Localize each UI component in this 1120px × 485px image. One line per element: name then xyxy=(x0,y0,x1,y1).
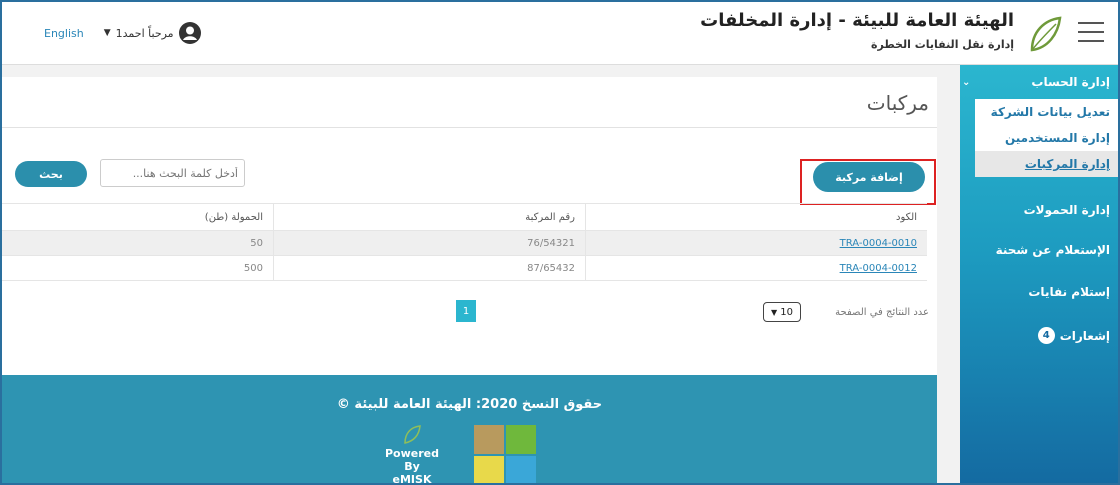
sidebar-item-notifications[interactable]: إشعارات 4 xyxy=(1037,327,1110,344)
notifications-badge: 4 xyxy=(1037,327,1055,344)
vehicle-code-link[interactable]: TRA-0004-0012 xyxy=(840,263,917,274)
highlight-box xyxy=(800,159,936,205)
per-page-label: عدد النتائج في الصفحة xyxy=(835,307,929,318)
vehicle-code-link[interactable]: TRA-0004-0010 xyxy=(840,238,917,249)
sidebar-item-vehicles[interactable]: إدارة المركبات xyxy=(975,151,1118,177)
table-cell-load: 500 xyxy=(2,255,274,281)
org-subtitle: إدارة نقل النفايات الخطرة xyxy=(871,38,1014,51)
footer: حقوق النسخ 2020: الهيئة العامة للبيئة © … xyxy=(2,375,937,485)
sidebar-section-account[interactable]: إدارة الحساب ⌄ xyxy=(962,71,1110,93)
org-title: الهيئة العامة للبيئة - إدارة المخلفات xyxy=(700,10,1014,31)
column-header-load[interactable]: الحمولة (طن) xyxy=(2,203,274,231)
pagination-page-button[interactable]: 1 xyxy=(456,300,476,322)
page-title: مركبات xyxy=(866,91,929,115)
search-input[interactable] xyxy=(100,159,245,187)
table-cell-load: 50 xyxy=(2,230,274,256)
logo-tile-emblem xyxy=(474,425,504,454)
divider xyxy=(2,127,937,128)
user-avatar-icon xyxy=(178,22,201,44)
sidebar-item-shipment-inquiry[interactable]: الإستعلام عن شحنة xyxy=(996,243,1110,257)
leaf-logo-icon xyxy=(1030,16,1062,52)
sidebar-item-receive-waste[interactable]: إستلام نفايات xyxy=(1028,285,1110,299)
app-frame: الهيئة العامة للبيئة - إدارة المخلفات إد… xyxy=(0,0,1120,485)
per-page-select[interactable]: ▼ 10 xyxy=(763,302,801,322)
per-page-value: 10 xyxy=(780,306,793,318)
notifications-label: إشعارات xyxy=(1059,328,1110,343)
table-cell-code: TRA-0004-0012 xyxy=(585,255,927,281)
powered-by-block: Powered By eMISK xyxy=(382,423,442,485)
menu-icon[interactable] xyxy=(1078,22,1104,42)
table-row: TRA-0004-0012 87/65432 500 xyxy=(2,255,927,281)
user-area: English ▼ مرحباً احمد1 xyxy=(44,22,201,44)
vehicles-table: الكود رقم المركبة الحمولة (طن) TRA-0004-… xyxy=(2,203,927,281)
logo-tile-water xyxy=(506,456,536,483)
chevron-down-icon: ⌄ xyxy=(962,76,971,88)
chevron-down-icon: ▼ xyxy=(771,307,778,317)
logo-tile-leaf xyxy=(506,425,536,454)
user-greeting: مرحباً احمد1 xyxy=(115,26,174,40)
sidebar-item-loads[interactable]: إدارة الحمولات xyxy=(1024,203,1110,217)
leaf-logo-icon xyxy=(404,425,421,444)
top-bar: الهيئة العامة للبيئة - إدارة المخلفات إد… xyxy=(2,2,1118,65)
table-cell-vehicle-number: 76/54321 xyxy=(273,230,586,256)
column-header-code[interactable]: الكود xyxy=(585,203,927,231)
sidebar-submenu: تعديل بيانات الشركة إدارة المستخدمين إدا… xyxy=(975,99,1118,177)
logo-tile-sun xyxy=(474,456,504,483)
language-link[interactable]: English xyxy=(44,27,84,40)
partner-logo xyxy=(474,425,536,483)
column-header-vehicle-number[interactable]: رقم المركبة xyxy=(273,203,586,231)
copyright-text: حقوق النسخ 2020: الهيئة العامة للبيئة © xyxy=(336,397,603,412)
search-button[interactable]: بحث xyxy=(15,161,87,187)
chevron-down-icon: ▼ xyxy=(103,28,111,38)
brand-name: eMISK xyxy=(392,473,432,485)
table-cell-code: TRA-0004-0010 xyxy=(585,230,927,256)
table-cell-vehicle-number: 87/65432 xyxy=(273,255,586,281)
sidebar-item-company-data[interactable]: تعديل بيانات الشركة xyxy=(975,99,1118,125)
user-dropdown[interactable]: ▼ مرحباً احمد1 xyxy=(104,22,201,44)
table-row: TRA-0004-0010 76/54321 50 xyxy=(2,230,927,256)
sidebar: إدارة الحساب ⌄ تعديل بيانات الشركة إدارة… xyxy=(960,65,1118,483)
sidebar-section-label: إدارة الحساب xyxy=(1031,75,1110,89)
sidebar-item-users[interactable]: إدارة المستخدمين xyxy=(975,125,1118,151)
powered-by-label: Powered By xyxy=(384,447,439,473)
table-header-row: الكود رقم المركبة الحمولة (طن) xyxy=(2,203,927,231)
